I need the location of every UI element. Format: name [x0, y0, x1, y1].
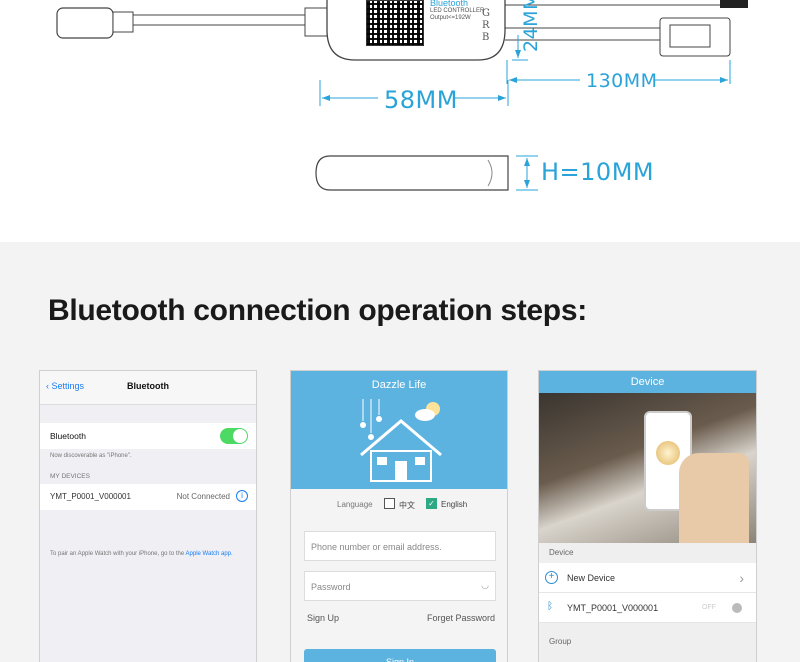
grb-r: R — [482, 20, 490, 31]
qr-code — [366, 0, 424, 46]
english-checkbox[interactable]: ✓ — [426, 498, 437, 509]
dimension-diagram: Bluetooth LED CONTROLLER Output<=192W G … — [0, 0, 800, 242]
new-device-row[interactable]: + New Device › — [539, 563, 756, 593]
section-heading: Bluetooth connection operation steps: — [48, 294, 587, 327]
my-devices-header: MY DEVICES — [50, 473, 90, 480]
house-illustration-icon — [360, 399, 442, 482]
group-section-header: Group — [549, 637, 572, 646]
device-section-header: Device — [549, 548, 574, 557]
device-title: Device — [539, 371, 756, 393]
apple-watch-link[interactable]: Apple Watch app. — [186, 551, 233, 557]
dim-58-arrow-right — [498, 95, 506, 101]
info-icon[interactable]: i — [236, 490, 248, 502]
plus-circle-icon: + — [545, 571, 558, 584]
eye-closed-icon[interactable]: ◡ — [481, 580, 489, 591]
dim-130-arrow-left — [509, 77, 517, 83]
chinese-checkbox[interactable] — [384, 498, 395, 509]
kitchen-photo — [539, 393, 756, 543]
grb-g: G — [482, 8, 490, 19]
ios-nav-bar: ‹ Settings Bluetooth — [40, 371, 256, 405]
login-hero: Dazzle Life — [291, 371, 507, 489]
ios-bluetooth-screen: ‹ Settings Bluetooth Bluetooth Now disco… — [39, 370, 257, 662]
password-input[interactable]: Password ◡ — [304, 571, 496, 601]
phone-email-input[interactable]: Phone number or email address. — [304, 531, 496, 561]
sign-up-link[interactable]: Sign Up — [307, 613, 339, 623]
ios-device-name: YMT_P0001_V000001 — [50, 492, 131, 501]
steps-section: Bluetooth connection operation steps: ‹ … — [0, 242, 800, 662]
device-row-name: YMT_P0001_V000001 — [567, 603, 659, 613]
english-label: English — [441, 500, 468, 509]
left-connector — [56, 7, 114, 39]
device-list-screen: Device Device + New Device › ᛒ YMT_P0001… — [538, 370, 757, 662]
left-cable-strain — [304, 7, 328, 37]
apple-watch-note: To pair an Apple Watch with your iPhone,… — [40, 510, 256, 558]
device-state: OFF — [702, 604, 716, 611]
dim-height-label: H=10MM — [541, 158, 655, 186]
sign-in-button[interactable]: Sign In — [304, 649, 496, 662]
right-connector-pins — [669, 24, 711, 48]
grb-b: B — [482, 32, 490, 43]
dim-58-arrow-left — [322, 95, 330, 101]
color-wheel-icon — [656, 441, 680, 465]
bluetooth-toggle[interactable] — [220, 428, 248, 444]
discoverable-note: Now discoverable as "iPhone". — [50, 453, 132, 459]
ios-device-status: Not Connected — [176, 492, 230, 501]
dim-cable-label: 130MM — [586, 70, 658, 92]
device-label-controller: LED CONTROLLER — [430, 8, 485, 14]
password-placeholder: Password — [311, 582, 351, 592]
dazzle-login-screen: Dazzle Life Language 中文 ✓ English Phone … — [290, 370, 508, 662]
bluetooth-row: Bluetooth — [40, 423, 256, 449]
left-connector-collar — [112, 11, 134, 33]
pair-note-text: To pair an Apple Watch with your iPhone,… — [50, 551, 185, 557]
forget-password-link[interactable]: Forget Password — [427, 613, 495, 623]
hand — [679, 453, 749, 543]
chevron-right-icon: › — [739, 570, 744, 586]
side-profile — [315, 155, 509, 191]
bluetooth-row-label: Bluetooth — [50, 431, 86, 441]
device-label-bluetooth: Bluetooth — [430, 0, 469, 8]
bluetooth-icon: ᛒ — [547, 601, 553, 612]
dim-h-arrow-top — [524, 158, 530, 166]
dim-h-arrow-bottom — [524, 180, 530, 188]
ios-nav-title: Bluetooth — [127, 381, 169, 391]
dim-width-label: 58MM — [384, 86, 458, 114]
language-row: Language 中文 ✓ English — [291, 489, 507, 519]
dim-130-arrow-right — [720, 77, 728, 83]
language-label: Language — [337, 500, 373, 509]
device-label-output: Output<=192W — [430, 15, 471, 21]
ios-device-row[interactable]: YMT_P0001_V000001 Not Connected i — [40, 484, 256, 510]
new-device-label: New Device — [567, 573, 616, 583]
page: Bluetooth LED CONTROLLER Output<=192W G … — [0, 0, 800, 662]
dim-depth-label: 24MM — [520, 0, 542, 52]
power-toggle[interactable] — [732, 603, 742, 613]
device-row[interactable]: ᛒ YMT_P0001_V000001 OFF — [539, 593, 756, 623]
right-plug-1 — [720, 0, 748, 8]
chinese-label: 中文 — [399, 501, 415, 510]
